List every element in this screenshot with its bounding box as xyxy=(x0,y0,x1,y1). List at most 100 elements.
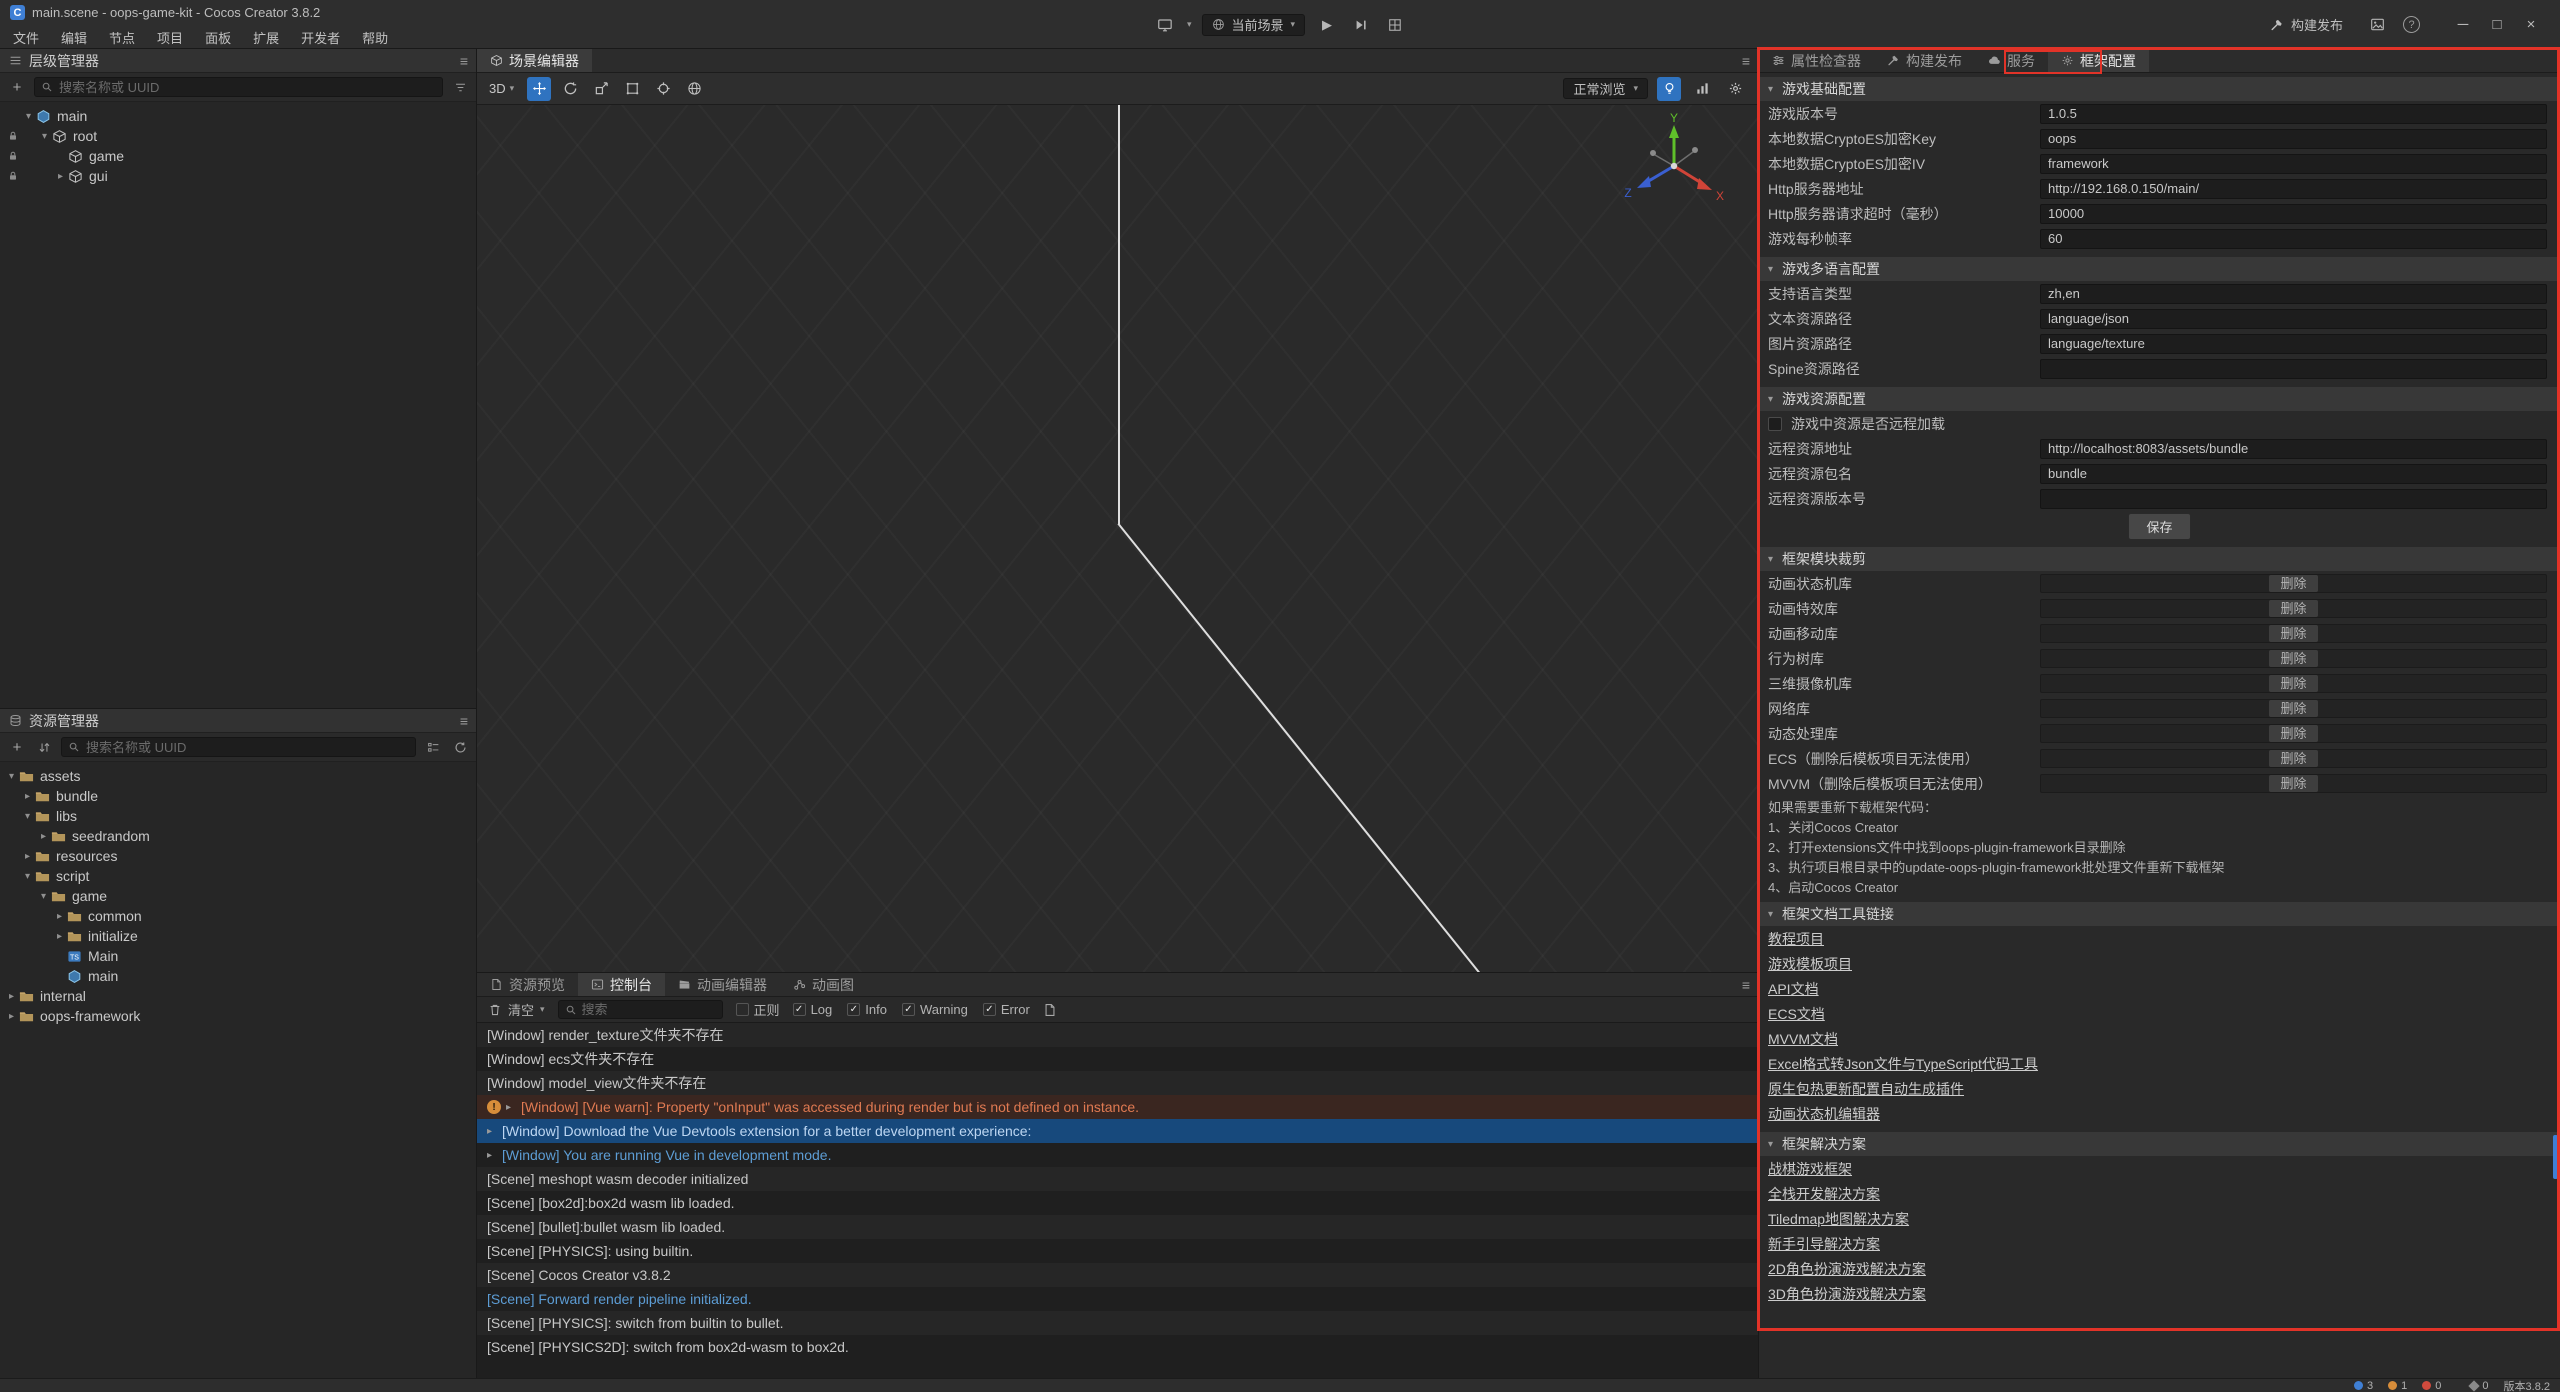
tab-terminal[interactable]: 控制台 xyxy=(578,973,665,996)
asset-node[interactable]: ▸internal xyxy=(0,986,477,1006)
doc-link[interactable]: 原生包热更新配置自动生成插件 xyxy=(1768,1079,1964,1099)
expand-arrow-icon[interactable]: ▸ xyxy=(52,931,67,942)
asset-detail-view-icon[interactable] xyxy=(423,737,443,757)
expand-arrow-icon[interactable]: ▸ xyxy=(487,1126,502,1137)
asset-node[interactable]: ▾assets xyxy=(0,766,477,786)
tab-file[interactable]: 资源预览 xyxy=(477,973,578,996)
refresh-assets-icon[interactable] xyxy=(450,737,470,757)
property-input[interactable] xyxy=(2040,229,2547,249)
doc-link[interactable]: 战棋游戏框架 xyxy=(1768,1159,1852,1179)
expand-arrow-icon[interactable]: ▸ xyxy=(506,1102,521,1113)
preview-target-button[interactable] xyxy=(1153,13,1177,37)
assets-searchbox[interactable] xyxy=(61,737,416,757)
delete-module-button[interactable]: 删除 xyxy=(2269,725,2317,742)
lighting-toggle-button[interactable] xyxy=(1657,77,1681,101)
section-header[interactable]: ▾游戏资源配置 xyxy=(1759,387,2560,411)
expand-arrow-icon[interactable]: ▸ xyxy=(20,791,35,802)
console-line[interactable]: ▸[Window] You are running Vue in develop… xyxy=(477,1143,1759,1167)
console-line[interactable]: [Scene] Forward render pipeline initiali… xyxy=(477,1287,1759,1311)
tab-tune[interactable]: 属性检查器 xyxy=(1759,49,1874,72)
menu-item[interactable]: 节点 xyxy=(98,25,146,50)
property-input[interactable] xyxy=(2040,359,2547,379)
rotate-tool-button[interactable] xyxy=(558,77,582,101)
view-mode-select[interactable]: 正常浏览 ▾ xyxy=(1563,78,1648,99)
view-gizmo[interactable]: Y X Z xyxy=(1619,111,1729,221)
create-node-button[interactable]: + xyxy=(7,77,27,97)
play-button[interactable]: ▶ xyxy=(1315,13,1339,37)
warning-count[interactable]: 1 xyxy=(2388,1380,2407,1392)
delete-module-button[interactable]: 删除 xyxy=(2269,600,2317,617)
expand-arrow-icon[interactable]: ▸ xyxy=(20,851,35,862)
minimize-button[interactable]: ─ xyxy=(2446,10,2480,40)
delete-module-button[interactable]: 删除 xyxy=(2269,625,2317,642)
create-asset-button[interactable]: + xyxy=(7,737,27,757)
doc-link[interactable]: Tiledmap地图解决方案 xyxy=(1768,1209,1909,1229)
console-line[interactable]: [Scene] [PHYSICS]: switch from builtin t… xyxy=(477,1311,1759,1335)
console-line[interactable]: !▸[Window] [Vue warn]: Property "onInput… xyxy=(477,1095,1759,1119)
console-line[interactable]: ▸[Window] Download the Vue Devtools exte… xyxy=(477,1119,1759,1143)
console-line[interactable]: [Scene] [PHYSICS]: using builtin. xyxy=(477,1239,1759,1263)
menu-item[interactable]: 编辑 xyxy=(50,25,98,50)
save-button[interactable]: 保存 xyxy=(2128,513,2190,540)
hierarchy-node[interactable]: ▾main xyxy=(0,106,477,126)
asset-node[interactable]: ▸common xyxy=(0,906,477,926)
section-header[interactable]: ▾框架解决方案 xyxy=(1759,1132,2560,1156)
console-line[interactable]: [Scene] [box2d]:box2d wasm lib loaded. xyxy=(477,1191,1759,1215)
hierarchy-node[interactable]: game xyxy=(0,146,477,166)
tab-cloud[interactable]: 服务 xyxy=(1975,49,2048,72)
clear-console-button[interactable]: 清空 ▾ xyxy=(488,1000,545,1019)
hierarchy-node[interactable]: ▸gui xyxy=(0,166,477,186)
console-line[interactable]: [Scene] [PHYSICS2D]: switch from box2d-w… xyxy=(477,1335,1759,1359)
scene-settings-button[interactable] xyxy=(1723,77,1747,101)
hierarchy-search-input[interactable] xyxy=(59,80,436,95)
preview-target-caret-icon[interactable]: ▾ xyxy=(1187,19,1192,30)
tab-graph[interactable]: 动画图 xyxy=(780,973,867,996)
expand-arrow-icon[interactable]: ▸ xyxy=(36,831,51,842)
menu-item[interactable]: 开发者 xyxy=(290,25,351,50)
scrollbar-thumb[interactable] xyxy=(2553,1135,2558,1179)
expand-arrow-icon[interactable]: ▾ xyxy=(4,771,19,782)
doc-link[interactable]: ECS文档 xyxy=(1768,1004,1825,1024)
asset-node[interactable]: ▸resources xyxy=(0,846,477,866)
pivot-toggle-button[interactable] xyxy=(651,77,675,101)
preview-window-button[interactable] xyxy=(2365,13,2389,37)
doc-link[interactable]: 动画状态机编辑器 xyxy=(1768,1104,1880,1124)
panel-menu-icon[interactable]: ≡ xyxy=(1742,53,1750,69)
filter-warning[interactable]: ✓Warning xyxy=(902,1002,968,1017)
doc-link[interactable]: MVVM文档 xyxy=(1768,1029,1838,1049)
tab-hammer[interactable]: 构建发布 xyxy=(1874,49,1975,72)
property-input[interactable] xyxy=(2040,489,2547,509)
delete-module-button[interactable]: 删除 xyxy=(2269,700,2317,717)
console-line[interactable]: [Window] ecs文件夹不存在 xyxy=(477,1047,1759,1071)
menu-item[interactable]: 扩展 xyxy=(242,25,290,50)
delete-module-button[interactable]: 删除 xyxy=(2269,575,2317,592)
asset-node[interactable]: ▸oops-framework xyxy=(0,1006,477,1026)
expand-arrow-icon[interactable]: ▸ xyxy=(4,991,19,1002)
message-count[interactable]: 0 xyxy=(2470,1380,2488,1392)
tab-clapper[interactable]: 动画编辑器 xyxy=(665,973,780,996)
expand-arrow-icon[interactable]: ▸ xyxy=(53,171,68,182)
console-line[interactable]: [Window] render_texture文件夹不存在 xyxy=(477,1023,1759,1047)
expand-arrow-icon[interactable]: ▾ xyxy=(21,111,36,122)
build-publish-button[interactable]: 构建发布 xyxy=(2270,15,2343,34)
property-input[interactable] xyxy=(2040,284,2547,304)
coordinate-toggle-button[interactable] xyxy=(682,77,706,101)
console-searchbox[interactable] xyxy=(558,1000,723,1019)
expand-arrow-icon[interactable]: ▸ xyxy=(487,1150,502,1161)
property-input[interactable] xyxy=(2040,309,2547,329)
property-input[interactable] xyxy=(2040,439,2547,459)
doc-link[interactable]: Excel格式转Json文件与TypeScript代码工具 xyxy=(1768,1054,2038,1074)
asset-node[interactable]: main xyxy=(0,966,477,986)
section-header[interactable]: ▾框架模块裁剪 xyxy=(1759,547,2560,571)
menu-item[interactable]: 项目 xyxy=(146,25,194,50)
asset-node[interactable]: ▸seedrandom xyxy=(0,826,477,846)
asset-node[interactable]: ▸bundle xyxy=(0,786,477,806)
asset-node[interactable]: TSMain xyxy=(0,946,477,966)
delete-module-button[interactable]: 删除 xyxy=(2269,675,2317,692)
property-input[interactable] xyxy=(2040,204,2547,224)
regex-toggle[interactable]: 正则 xyxy=(736,1000,780,1019)
stats-toggle-button[interactable] xyxy=(1690,77,1714,101)
console-line[interactable]: [Window] model_view文件夹不存在 xyxy=(477,1071,1759,1095)
property-input[interactable] xyxy=(2040,154,2547,174)
console-line[interactable]: [Scene] meshopt wasm decoder initialized xyxy=(477,1167,1759,1191)
